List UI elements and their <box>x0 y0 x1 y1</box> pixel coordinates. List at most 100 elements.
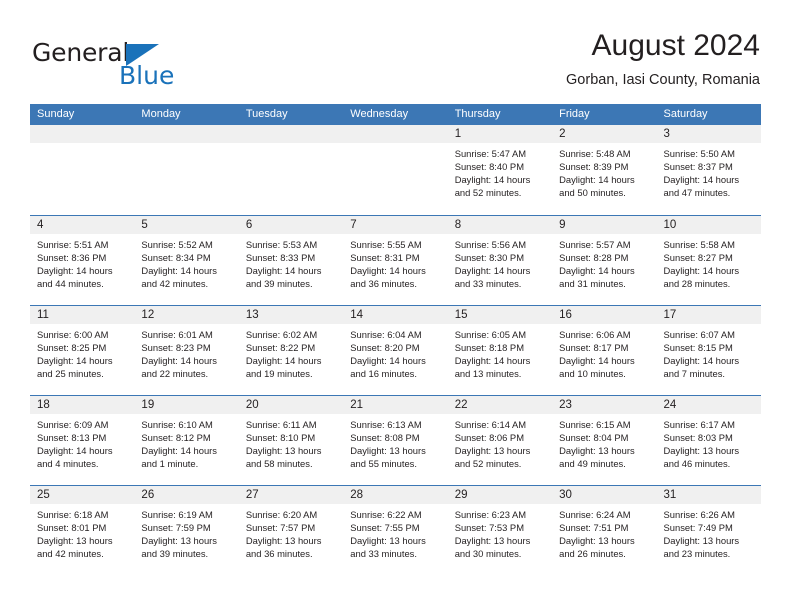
daylight-duration: Daylight: 13 hours <box>350 535 426 547</box>
calendar-day-cell[interactable]: 16 Sunrise: 6:06 AM Sunset: 8:17 PM Dayligh… <box>552 306 657 395</box>
daylight-duration: Daylight: 13 hours <box>350 445 426 457</box>
calendar-day-cell[interactable]: 1 Sunrise: 5:47 AM Sunset: 8:40 PM Daylight… <box>447 125 553 215</box>
calendar-day-cell[interactable]: 26 Sunrise: 6:19 AM Sunset: 7:59 PM Dayligh… <box>134 486 239 575</box>
daylight-duration: and 52 minutes. <box>454 458 522 470</box>
sunrise-time: Sunrise: 6:13 AM <box>350 419 422 430</box>
calendar-day-cell[interactable]: 23 Sunrise: 6:15 AM Sunset: 8:04 PM Dayligh… <box>552 396 657 485</box>
daylight-duration: Daylight: 13 hours <box>454 535 531 547</box>
calendar-day-cell[interactable]: 18 Sunrise: 6:09 AM Sunset: 8:13 PM Dayligh… <box>30 396 135 485</box>
calendar-day-cell[interactable]: 3 Sunrise: 5:50 AM Sunset: 8:37 PM Daylight… <box>656 125 761 215</box>
daylight-duration: Daylight: 14 hours <box>559 265 635 277</box>
day-number: 3 <box>656 125 761 143</box>
day-sun-info: Sunrise: 6:04 AM Sunset: 8:20 PM Daylight:… <box>343 324 447 380</box>
calendar-weeks: 1 Sunrise: 5:47 AM Sunset: 8:40 PM Daylight… <box>30 125 761 575</box>
sunrise-time: Sunrise: 6:04 AM <box>350 329 422 340</box>
calendar-day-cell[interactable]: 30 Sunrise: 6:24 AM Sunset: 7:51 PM Dayligh… <box>552 486 657 575</box>
calendar-day-cell[interactable]: 19 Sunrise: 6:10 AM Sunset: 8:12 PM Dayligh… <box>134 396 239 485</box>
day-number: 13 <box>238 306 344 324</box>
calendar-day-cell[interactable]: 14 Sunrise: 6:04 AM Sunset: 8:20 PM Dayligh… <box>343 306 448 395</box>
day-number: 31 <box>656 486 761 504</box>
daylight-duration: Daylight: 14 hours <box>37 355 113 367</box>
daylight-duration: Daylight: 13 hours <box>37 535 113 547</box>
daylight-duration: and 26 minutes. <box>559 548 626 560</box>
daylight-duration: and 13 minutes. <box>454 368 522 380</box>
sunrise-time: Sunrise: 5:53 AM <box>245 239 318 250</box>
calendar-day-cell[interactable]: 31 Sunrise: 6:26 AM Sunset: 7:49 PM Dayligh… <box>656 486 761 575</box>
day-sun-info: Sunrise: 5:53 AM Sunset: 8:33 PM Daylight:… <box>239 234 343 290</box>
day-number: 15 <box>447 306 553 324</box>
weekday-header-sunday: Sunday <box>37 108 75 120</box>
day-sun-info: Sunrise: 6:20 AM Sunset: 7:57 PM Daylight:… <box>239 504 343 560</box>
calendar-day-cell[interactable]: 5 Sunrise: 5:52 AM Sunset: 8:34 PM Daylight… <box>134 216 239 305</box>
daylight-duration: and 49 minutes. <box>559 458 626 470</box>
daylight-duration: Daylight: 13 hours <box>663 445 740 457</box>
daylight-duration: Daylight: 14 hours <box>37 445 113 457</box>
calendar-day-cell[interactable]: 12 Sunrise: 6:01 AM Sunset: 8:23 PM Dayligh… <box>134 306 239 395</box>
sunrise-time: Sunrise: 5:58 AM <box>663 239 735 250</box>
daylight-duration: and 33 minutes. <box>454 278 522 290</box>
calendar-day-cell[interactable]: 8 Sunrise: 5:56 AM Sunset: 8:30 PM Daylight… <box>447 216 553 305</box>
calendar-day-cell[interactable]: 13 Sunrise: 6:02 AM Sunset: 8:22 PM Dayligh… <box>238 306 344 395</box>
calendar-day-cell[interactable]: 17 Sunrise: 6:07 AM Sunset: 8:15 PM Dayligh… <box>656 306 761 395</box>
sunset-time: Sunset: 8:10 PM <box>245 432 316 444</box>
daylight-duration: Daylight: 13 hours <box>663 535 740 547</box>
calendar-day-cell[interactable]: 11 Sunrise: 6:00 AM Sunset: 8:25 PM Dayligh… <box>30 306 135 395</box>
calendar-week-row: 4 Sunrise: 5:51 AM Sunset: 8:36 PM Daylight… <box>30 215 761 305</box>
daylight-duration: and 55 minutes. <box>350 458 417 470</box>
calendar-day-cell[interactable]: 22 Sunrise: 6:14 AM Sunset: 8:06 PM Dayligh… <box>447 396 553 485</box>
sunset-time: Sunset: 8:37 PM <box>663 161 733 173</box>
calendar-day-cell[interactable]: 9 Sunrise: 5:57 AM Sunset: 8:28 PM Daylight… <box>552 216 657 305</box>
day-sun-info: Sunrise: 5:50 AM Sunset: 8:37 PM Daylight:… <box>657 143 761 199</box>
daylight-duration: and 23 minutes. <box>663 548 731 560</box>
calendar-day-cell[interactable]: 4 Sunrise: 5:51 AM Sunset: 8:36 PM Daylight… <box>30 216 135 305</box>
weekday-header-tuesday: Tuesday <box>245 108 288 120</box>
day-sun-info: Sunrise: 6:23 AM Sunset: 7:53 PM Daylight:… <box>448 504 552 560</box>
calendar-day-cell[interactable]: 6 Sunrise: 5:53 AM Sunset: 8:33 PM Daylight… <box>238 216 344 305</box>
day-sun-info: Sunrise: 5:52 AM Sunset: 8:34 PM Daylight:… <box>134 234 238 290</box>
day-sun-info: Sunrise: 6:26 AM Sunset: 7:49 PM Daylight:… <box>657 504 761 560</box>
sunset-time: Sunset: 7:53 PM <box>454 522 524 534</box>
day-sun-info: Sunrise: 5:55 AM Sunset: 8:31 PM Daylight:… <box>343 234 447 290</box>
calendar-day-cell[interactable]: 24 Sunrise: 6:17 AM Sunset: 8:03 PM Dayligh… <box>656 396 761 485</box>
calendar-day-cell[interactable]: 28 Sunrise: 6:22 AM Sunset: 7:55 PM Dayligh… <box>343 486 448 575</box>
sunset-time: Sunset: 8:40 PM <box>454 161 524 173</box>
calendar-day-cell-empty <box>30 125 135 215</box>
sunset-time: Sunset: 8:03 PM <box>663 432 733 444</box>
sunset-time: Sunset: 8:23 PM <box>141 342 211 354</box>
page-subtitle-location: Gorban, Iasi County, Romania <box>566 72 760 89</box>
day-number: 16 <box>552 306 657 324</box>
day-sun-info: Sunrise: 6:06 AM Sunset: 8:17 PM Daylight:… <box>552 324 656 380</box>
calendar-day-cell[interactable]: 15 Sunrise: 6:05 AM Sunset: 8:18 PM Dayligh… <box>447 306 553 395</box>
day-sun-info: Sunrise: 6:17 AM Sunset: 8:03 PM Daylight:… <box>657 414 761 470</box>
sunset-time: Sunset: 7:51 PM <box>559 522 629 534</box>
sunrise-time: Sunrise: 6:00 AM <box>37 329 109 340</box>
day-sun-info: Sunrise: 5:58 AM Sunset: 8:27 PM Daylight:… <box>657 234 761 290</box>
day-sun-info: Sunrise: 6:01 AM Sunset: 8:23 PM Daylight:… <box>134 324 238 380</box>
day-number: 17 <box>656 306 761 324</box>
day-number: 5 <box>134 216 239 234</box>
day-number: 28 <box>343 486 448 504</box>
calendar-day-cell[interactable]: 29 Sunrise: 6:23 AM Sunset: 7:53 PM Dayligh… <box>447 486 553 575</box>
day-sun-info <box>343 143 447 147</box>
calendar-day-cell[interactable]: 7 Sunrise: 5:55 AM Sunset: 8:31 PM Daylight… <box>343 216 448 305</box>
sunrise-time: Sunrise: 6:10 AM <box>141 419 213 430</box>
calendar-day-cell[interactable]: 21 Sunrise: 6:13 AM Sunset: 8:08 PM Dayligh… <box>343 396 448 485</box>
day-number: 18 <box>30 396 135 414</box>
day-number: 19 <box>134 396 239 414</box>
day-sun-info: Sunrise: 6:13 AM Sunset: 8:08 PM Daylight:… <box>343 414 447 470</box>
calendar-day-cell[interactable]: 27 Sunrise: 6:20 AM Sunset: 7:57 PM Dayligh… <box>238 486 344 575</box>
day-number: 10 <box>656 216 761 234</box>
sunrise-time: Sunrise: 6:05 AM <box>454 329 527 340</box>
calendar-day-cell[interactable]: 10 Sunrise: 5:58 AM Sunset: 8:27 PM Dayligh… <box>656 216 761 305</box>
sunset-time: Sunset: 8:17 PM <box>559 342 629 354</box>
calendar-day-cell[interactable]: 25 Sunrise: 6:18 AM Sunset: 8:01 PM Dayligh… <box>30 486 135 575</box>
calendar-day-cell[interactable]: 20 Sunrise: 6:11 AM Sunset: 8:10 PM Dayligh… <box>238 396 344 485</box>
daylight-duration: Daylight: 14 hours <box>559 174 635 186</box>
calendar-day-cell[interactable]: 2 Sunrise: 5:48 AM Sunset: 8:39 PM Daylight… <box>552 125 657 215</box>
general-blue-logo[interactable]: General Blue <box>30 32 250 92</box>
day-number: 14 <box>343 306 448 324</box>
weekday-header-friday: Friday <box>559 108 590 120</box>
sunrise-time: Sunrise: 6:23 AM <box>454 509 527 520</box>
sunrise-time: Sunrise: 6:26 AM <box>663 509 735 520</box>
daylight-duration: Daylight: 14 hours <box>663 355 740 367</box>
